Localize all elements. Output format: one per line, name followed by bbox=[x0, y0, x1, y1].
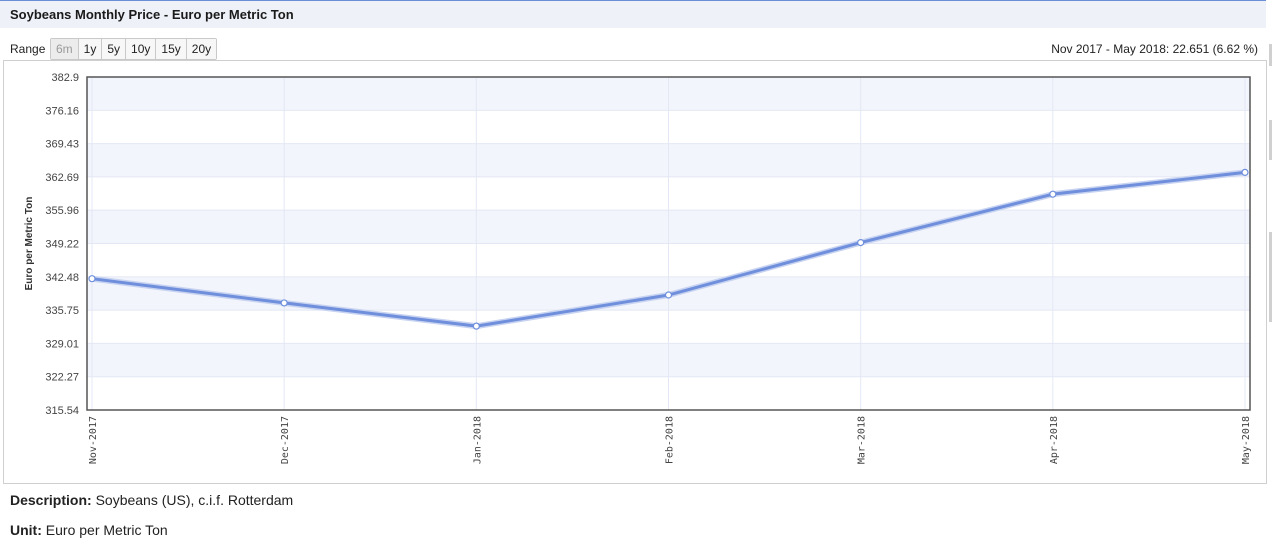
y-tick-label: 349.22 bbox=[45, 239, 79, 251]
title-bar: Soybeans Monthly Price - Euro per Metric… bbox=[0, 0, 1266, 28]
y-tick-label: 382.9 bbox=[51, 72, 79, 84]
y-tick-label: 329.01 bbox=[45, 338, 79, 350]
unit-label: Unit: bbox=[10, 522, 42, 538]
x-tick-label: Dec-2017 bbox=[280, 416, 291, 464]
y-tick-label: 369.43 bbox=[45, 139, 79, 151]
y-tick-label: 315.54 bbox=[45, 405, 79, 417]
y-tick-label: 355.96 bbox=[45, 205, 79, 217]
x-tick-label: May-2018 bbox=[1241, 416, 1252, 464]
y-tick-label: 362.69 bbox=[45, 172, 79, 184]
range-button-5y[interactable]: 5y bbox=[102, 39, 127, 59]
data-point bbox=[280, 299, 288, 307]
range-button-1y[interactable]: 1y bbox=[78, 39, 103, 59]
range-button-15y[interactable]: 15y bbox=[156, 39, 187, 59]
description-line: Description: Soybeans (US), c.i.f. Rotte… bbox=[10, 492, 293, 508]
description-label: Description: bbox=[10, 492, 92, 508]
range-label: Range bbox=[10, 42, 46, 56]
range-button-20y[interactable]: 20y bbox=[186, 39, 217, 59]
unit-value: Euro per Metric Ton bbox=[45, 522, 168, 538]
page-title: Soybeans Monthly Price - Euro per Metric… bbox=[10, 7, 294, 22]
data-point bbox=[1049, 190, 1057, 198]
data-point bbox=[1241, 168, 1249, 177]
y-tick-label: 376.16 bbox=[45, 105, 79, 117]
range-button-10y[interactable]: 10y bbox=[126, 39, 157, 59]
range-button-group: 6m 1y 5y 10y 15y 20y bbox=[50, 38, 218, 60]
data-point bbox=[88, 275, 96, 283]
price-change-summary: Nov 2017 - May 2018: 22.651 (6.62 %) bbox=[1051, 42, 1258, 56]
data-point bbox=[857, 239, 865, 247]
description-value: Soybeans (US), c.i.f. Rotterdam bbox=[95, 492, 294, 508]
y-axis-label: Euro per Metric Ton bbox=[24, 197, 35, 291]
x-tick-label: Feb-2018 bbox=[665, 416, 676, 464]
x-tick-label: Jan-2018 bbox=[472, 416, 483, 464]
unit-line: Unit: Euro per Metric Ton bbox=[10, 522, 168, 538]
y-tick-label: 342.48 bbox=[45, 272, 79, 284]
range-button-6m[interactable]: 6m bbox=[51, 39, 79, 59]
data-point bbox=[664, 291, 673, 299]
x-tick-label: Mar-2018 bbox=[857, 416, 868, 464]
data-point bbox=[472, 322, 480, 330]
x-tick-label: Nov-2017 bbox=[88, 416, 99, 464]
y-tick-label: 322.27 bbox=[45, 372, 79, 384]
price-line-chart: 382.9 376.16 369.43 362.69 355.96 349.22 342.4… bbox=[24, 72, 1252, 464]
y-tick-label: 335.75 bbox=[45, 305, 79, 317]
x-tick-label: Apr-2018 bbox=[1049, 416, 1060, 464]
chart-frame: 382.9 376.16 369.43 362.69 355.96 349.22 342.4… bbox=[3, 60, 1267, 484]
